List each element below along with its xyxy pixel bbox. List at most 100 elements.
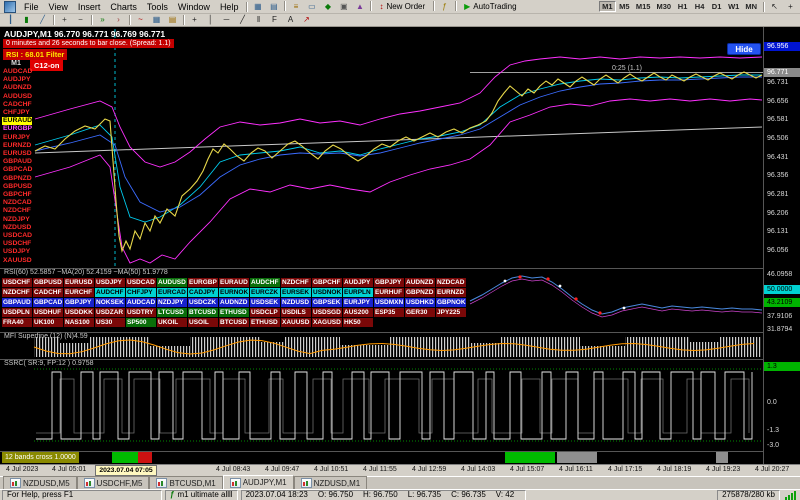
templates-icon[interactable]: ▤ [165, 14, 180, 26]
grid-cell-nzdjpy[interactable]: NZDJPY [157, 298, 187, 307]
grid-cell-nas100[interactable]: NAS100 [64, 318, 94, 327]
symbol-usdcad[interactable]: USDCAD [2, 232, 32, 240]
zoom-out-icon[interactable]: − [73, 14, 88, 26]
grid-cell-usoil[interactable]: USOIL [188, 318, 218, 327]
grid-cell-ethusd[interactable]: ETHUSD [219, 308, 249, 317]
grid-cell-audnzd[interactable]: AUDNZD [405, 278, 435, 287]
grid-cell-ethusd[interactable]: ETHUSD [250, 318, 280, 327]
text-icon[interactable]: A [283, 14, 298, 26]
new-order-button[interactable]: ↕ New Order [374, 0, 431, 13]
grid-cell-cadchf[interactable]: CADCHF [33, 288, 63, 297]
grid-cell-usdmxn[interactable]: USDMXN [374, 298, 404, 307]
grid-cell-nzdchf[interactable]: NZDCHF [281, 278, 311, 287]
grid-cell-gbpnzd[interactable]: GBPNZD [405, 288, 435, 297]
grid-cell-nzdchf[interactable]: NZDCHF [2, 288, 32, 297]
metaeditor-icon[interactable]: ƒ [437, 0, 453, 13]
timeframe-w1[interactable]: W1 [725, 1, 743, 12]
periods-icon[interactable]: ▦ [149, 14, 164, 26]
grid-cell-chfjpy[interactable]: CHFJPY [126, 288, 156, 297]
grid-cell-nzdcad[interactable]: NZDCAD [436, 278, 466, 287]
tab-nzdusd-m1[interactable]: NZDUSD,M1 [293, 476, 368, 489]
grid-cell-usdils[interactable]: USDILS [281, 308, 311, 317]
symbol-eurnzd[interactable]: EURNZD [2, 142, 32, 150]
grid-cell-esp35[interactable]: ESP35 [374, 308, 404, 317]
channel-icon[interactable]: ‖ [251, 14, 266, 26]
grid-cell-usdhuf[interactable]: USDHUF [33, 308, 63, 317]
grid-cell-fra40[interactable]: FRA40 [2, 318, 32, 327]
symbol-audusd[interactable]: AUDUSD [2, 93, 32, 101]
grid-cell-gbpusd[interactable]: GBPUSD [33, 278, 63, 287]
symbol-eurusd[interactable]: EURUSD [2, 150, 32, 158]
menu-view[interactable]: View [44, 2, 73, 12]
symbol-eurjpy[interactable]: EURJPY [2, 134, 32, 142]
grid-cell-audchf[interactable]: AUDCHF [250, 278, 280, 287]
symbol-usdchf[interactable]: USDCHF [2, 240, 32, 248]
new-chart-icon[interactable]: ▦ [250, 0, 266, 13]
symbol-usdjpy[interactable]: USDJPY [2, 248, 32, 256]
grid-cell-aus200[interactable]: AUS200 [343, 308, 373, 317]
panel-separator[interactable] [0, 359, 763, 360]
symbol-audnzd[interactable]: AUDNZD [2, 84, 32, 92]
grid-cell-usdjpy[interactable]: USDJPY [95, 278, 125, 287]
grid-cell-usdsgd[interactable]: USDSGD [312, 308, 342, 317]
symbol-nzdcad[interactable]: NZDCAD [2, 199, 32, 207]
grid-cell-hk50[interactable]: HK50 [343, 318, 373, 327]
timeframe-h1[interactable]: H1 [674, 1, 692, 12]
grid-cell-eurpln[interactable]: EURPLN [343, 288, 373, 297]
tab-btcusd-m1[interactable]: BTCUSD,M1 [149, 476, 223, 489]
chart-bars-icon[interactable]: ┃ [3, 14, 18, 26]
trendline-icon[interactable]: ╱ [235, 14, 250, 26]
grid-cell-noksek[interactable]: NOKSEK [95, 298, 125, 307]
symbol-gbpnzd[interactable]: GBPNZD [2, 175, 32, 183]
grid-cell-gbpchf[interactable]: GBPCHF [312, 278, 342, 287]
timeframe-m5[interactable]: M5 [615, 1, 633, 12]
grid-cell-euraud[interactable]: EURAUD [219, 278, 249, 287]
menu-window[interactable]: Window [173, 2, 215, 12]
grid-cell-xagusd[interactable]: XAGUSD [312, 318, 342, 327]
hide-button[interactable]: Hide [727, 43, 761, 55]
tab-nzdusd-m5[interactable]: NZDUSD,M5 [3, 476, 77, 489]
grid-cell-audchf[interactable]: AUDCHF [95, 288, 125, 297]
grid-cell-usdcad[interactable]: USDCAD [126, 278, 156, 287]
panel-separator[interactable] [0, 332, 763, 333]
crosshair-icon[interactable]: + [783, 0, 798, 13]
grid-cell-audusd[interactable]: AUDUSD [157, 278, 187, 287]
indicators-icon[interactable]: ~ [133, 14, 148, 26]
chart-line-icon[interactable]: ╱ [35, 14, 50, 26]
grid-cell-eurczk[interactable]: EURCZK [250, 288, 280, 297]
market-watch-icon[interactable]: ≡ [288, 0, 304, 13]
menu-tools[interactable]: Tools [142, 2, 173, 12]
grid-cell-usdnok[interactable]: USDNOK [312, 288, 342, 297]
grid-cell-usdtry[interactable]: USDTRY [126, 308, 156, 317]
cursor-icon[interactable]: ↖ [767, 0, 782, 13]
symbol-gbpusd[interactable]: GBPUSD [2, 183, 32, 191]
grid-cell-jpy225[interactable]: JPY225 [436, 308, 466, 317]
grid-cell-gbpsek[interactable]: GBPSEK [312, 298, 342, 307]
symbol-nzdchf[interactable]: NZDCHF [2, 207, 32, 215]
grid-cell-usdzar[interactable]: USDZAR [95, 308, 125, 317]
grid-cell-eurnok[interactable]: EURNOK [219, 288, 249, 297]
menu-file[interactable]: File [19, 2, 44, 12]
timeframe-m30[interactable]: M30 [653, 1, 675, 12]
grid-cell-usdczk[interactable]: USDCZK [188, 298, 218, 307]
symbol-euraud[interactable]: EURAUD [2, 117, 32, 126]
grid-cell-usdchf[interactable]: USDCHF [2, 278, 32, 287]
grid-cell-eurnzd[interactable]: EURNZD [436, 288, 466, 297]
tab-usdchf-m5[interactable]: USDCHF,M5 [76, 476, 150, 489]
navigator-icon[interactable]: ◆ [320, 0, 336, 13]
symbol-audcad[interactable]: AUDCAD [2, 68, 32, 76]
timeframe-d1[interactable]: D1 [708, 1, 726, 12]
grid-cell-usdclp[interactable]: USDCLP [250, 308, 280, 317]
grid-cell-gbpjpy[interactable]: GBPJPY [374, 278, 404, 287]
terminal-icon[interactable]: ▣ [336, 0, 352, 13]
strategy-tester-icon[interactable]: ▲ [352, 0, 368, 13]
autotrading-button[interactable]: ▶ AutoTrading [459, 0, 522, 13]
grid-cell-us30[interactable]: US30 [95, 318, 125, 327]
grid-cell-eurhuf[interactable]: EURHUF [374, 288, 404, 297]
grid-cell-usdpln[interactable]: USDPLN [2, 308, 32, 317]
arrow-icon[interactable]: ↗ [299, 14, 314, 26]
grid-cell-eurjpy[interactable]: EURJPY [343, 298, 373, 307]
symbol-gbpchf[interactable]: GBPCHF [2, 191, 32, 199]
grid-cell-gbpcad[interactable]: GBPCAD [33, 298, 63, 307]
chart-shift-icon[interactable]: › [111, 14, 126, 26]
